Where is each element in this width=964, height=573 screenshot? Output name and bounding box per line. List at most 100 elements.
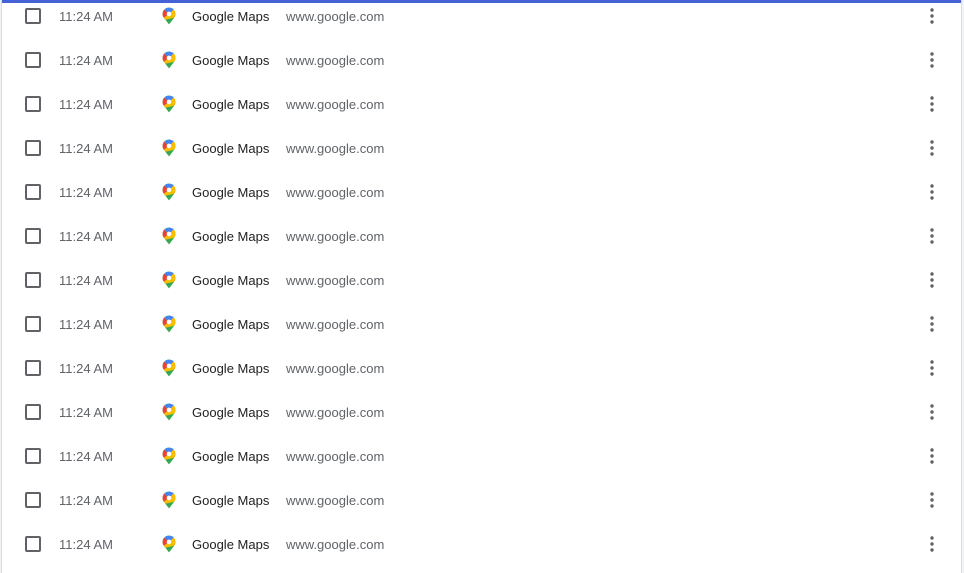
more-actions-button[interactable] — [922, 136, 942, 160]
more-vertical-icon — [930, 228, 934, 244]
entry-time: 11:24 AM — [59, 536, 113, 552]
more-actions-button[interactable] — [922, 268, 942, 292]
entry-domain: www.google.com — [286, 96, 385, 112]
entry-title-link[interactable]: Google Maps — [192, 97, 269, 112]
entry-domain: www.google.com — [286, 492, 385, 508]
more-actions-button[interactable] — [922, 224, 942, 248]
entry-domain: www.google.com — [286, 448, 385, 464]
entry-title-link[interactable]: Google Maps — [192, 273, 269, 288]
entry-checkbox[interactable] — [25, 316, 41, 332]
entry-title-link[interactable]: Google Maps — [192, 405, 269, 420]
history-entry-row[interactable]: 11:24 AM Google Maps www.google.com — [2, 478, 961, 522]
entry-checkbox[interactable] — [25, 448, 41, 464]
google-maps-icon — [162, 403, 176, 421]
entry-time: 11:24 AM — [59, 140, 113, 156]
more-vertical-icon — [930, 316, 934, 332]
history-entry-row[interactable]: 11:24 AM Google Maps www.google.com — [2, 214, 961, 258]
entry-domain: www.google.com — [286, 8, 385, 24]
history-entry-row[interactable]: 11:24 AM Google Maps www.google.com — [2, 522, 961, 566]
entry-checkbox[interactable] — [25, 8, 41, 24]
more-actions-button[interactable] — [922, 4, 942, 28]
entry-title-link[interactable]: Google Maps — [192, 141, 269, 156]
entry-checkbox[interactable] — [25, 52, 41, 68]
entry-title-link[interactable]: Google Maps — [192, 185, 269, 200]
history-panel: 11:24 AM Google Maps www.google.com 11:2… — [1, 0, 962, 573]
entry-time: 11:24 AM — [59, 492, 113, 508]
entry-checkbox[interactable] — [25, 404, 41, 420]
entry-checkbox[interactable] — [25, 228, 41, 244]
more-vertical-icon — [930, 96, 934, 112]
google-maps-icon — [162, 315, 176, 333]
entry-time: 11:24 AM — [59, 360, 113, 376]
more-vertical-icon — [930, 184, 934, 200]
entry-checkbox[interactable] — [25, 360, 41, 376]
more-actions-button[interactable] — [922, 532, 942, 556]
entry-title-link[interactable]: Google Maps — [192, 361, 269, 376]
more-actions-button[interactable] — [922, 312, 942, 336]
google-maps-icon — [162, 139, 176, 157]
more-vertical-icon — [930, 360, 934, 376]
more-vertical-icon — [930, 404, 934, 420]
google-maps-icon — [162, 7, 176, 25]
history-entry-row[interactable]: 11:24 AM Google Maps www.google.com — [2, 0, 961, 38]
entry-title-link[interactable]: Google Maps — [192, 53, 269, 68]
entry-title-link[interactable]: Google Maps — [192, 9, 269, 24]
google-maps-icon — [162, 271, 176, 289]
google-maps-icon — [162, 535, 176, 553]
entry-domain: www.google.com — [286, 360, 385, 376]
entry-checkbox[interactable] — [25, 272, 41, 288]
more-actions-button[interactable] — [922, 400, 942, 424]
google-maps-icon — [162, 183, 176, 201]
more-actions-button[interactable] — [922, 180, 942, 204]
more-actions-button[interactable] — [922, 92, 942, 116]
entry-checkbox[interactable] — [25, 492, 41, 508]
more-actions-button[interactable] — [922, 444, 942, 468]
google-maps-icon — [162, 359, 176, 377]
more-vertical-icon — [930, 272, 934, 288]
entry-time: 11:24 AM — [59, 52, 113, 68]
entry-domain: www.google.com — [286, 228, 385, 244]
more-vertical-icon — [930, 52, 934, 68]
more-actions-button[interactable] — [922, 48, 942, 72]
entry-title-link[interactable]: Google Maps — [192, 449, 269, 464]
more-vertical-icon — [930, 536, 934, 552]
entry-time: 11:24 AM — [59, 272, 113, 288]
entry-time: 11:24 AM — [59, 184, 113, 200]
entry-checkbox[interactable] — [25, 536, 41, 552]
entry-domain: www.google.com — [286, 184, 385, 200]
entry-domain: www.google.com — [286, 536, 385, 552]
history-entry-row[interactable]: 11:24 AM Google Maps www.google.com — [2, 82, 961, 126]
history-entry-row[interactable]: 11:24 AM Google Maps www.google.com — [2, 126, 961, 170]
history-entry-row[interactable]: 11:24 AM Google Maps www.google.com — [2, 346, 961, 390]
history-entry-row[interactable]: 11:24 AM Google Maps www.google.com — [2, 258, 961, 302]
google-maps-icon — [162, 491, 176, 509]
entry-title-link[interactable]: Google Maps — [192, 493, 269, 508]
more-vertical-icon — [930, 140, 934, 156]
google-maps-icon — [162, 51, 176, 69]
google-maps-icon — [162, 227, 176, 245]
entry-domain: www.google.com — [286, 140, 385, 156]
entry-time: 11:24 AM — [59, 228, 113, 244]
entry-checkbox[interactable] — [25, 184, 41, 200]
history-entry-row[interactable]: 11:24 AM Google Maps www.google.com — [2, 390, 961, 434]
history-entry-row[interactable]: 11:24 AM Google Maps www.google.com — [2, 38, 961, 82]
entry-checkbox[interactable] — [25, 140, 41, 156]
google-maps-icon — [162, 95, 176, 113]
entry-domain: www.google.com — [286, 316, 385, 332]
more-vertical-icon — [930, 492, 934, 508]
entry-domain: www.google.com — [286, 52, 385, 68]
entry-time: 11:24 AM — [59, 8, 113, 24]
entry-time: 11:24 AM — [59, 448, 113, 464]
entry-domain: www.google.com — [286, 272, 385, 288]
more-actions-button[interactable] — [922, 488, 942, 512]
more-actions-button[interactable] — [922, 356, 942, 380]
entry-checkbox[interactable] — [25, 96, 41, 112]
entry-title-link[interactable]: Google Maps — [192, 317, 269, 332]
history-entry-row[interactable]: 11:24 AM Google Maps www.google.com — [2, 170, 961, 214]
entry-title-link[interactable]: Google Maps — [192, 537, 269, 552]
history-entry-row[interactable]: 11:24 AM Google Maps www.google.com — [2, 434, 961, 478]
history-list: 11:24 AM Google Maps www.google.com 11:2… — [2, 0, 961, 566]
history-entry-row[interactable]: 11:24 AM Google Maps www.google.com — [2, 302, 961, 346]
entry-time: 11:24 AM — [59, 96, 113, 112]
entry-title-link[interactable]: Google Maps — [192, 229, 269, 244]
